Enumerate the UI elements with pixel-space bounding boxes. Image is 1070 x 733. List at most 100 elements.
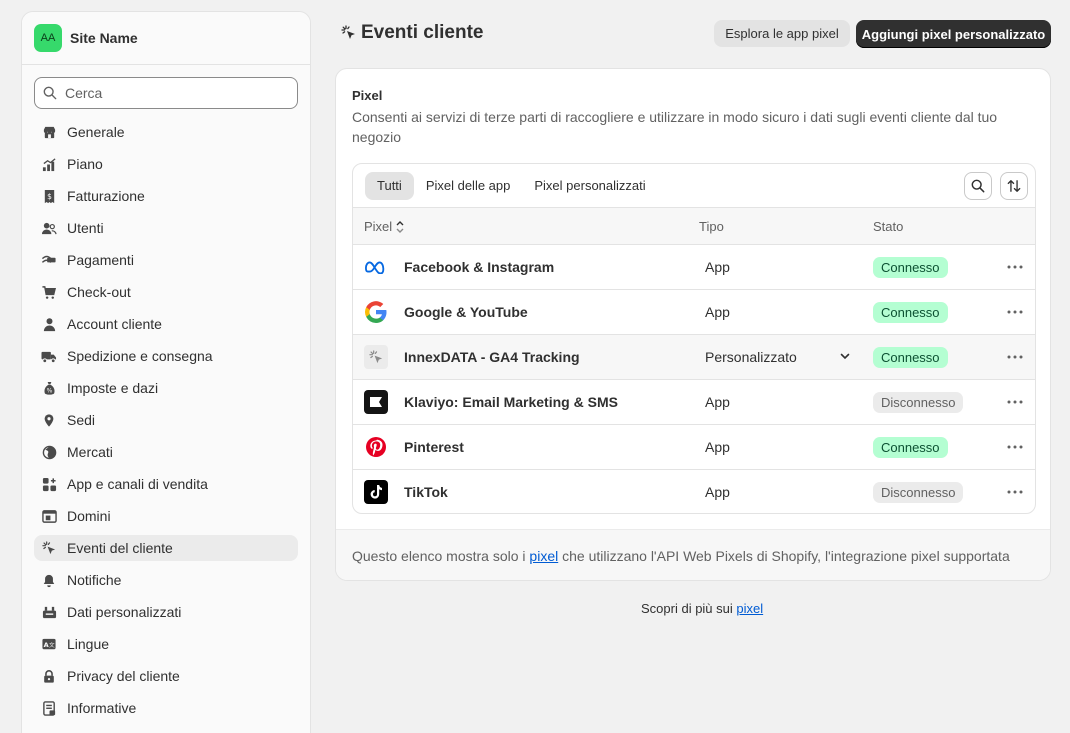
sidebar-item-label: Piano [67,156,103,172]
meta-icon [364,255,388,279]
cursor-click-icon [341,25,357,41]
sidebar-item-label: Lingue [67,636,110,652]
table-row[interactable]: Pinterest App Connesso [353,425,1035,470]
sidebar-item-account-cliente[interactable]: Account cliente [34,311,298,337]
add-custom-pixel-button[interactable]: Aggiungi pixel personalizzato [856,20,1051,48]
receipt-icon: $ [41,188,57,204]
pinterest-icon [364,435,388,459]
database-icon [41,604,57,620]
sidebar-item-piano[interactable]: Piano [34,151,298,177]
pixel-table: Tutti Pixel delle app Pixel personalizza… [352,163,1036,514]
pixel-name: Facebook & Instagram [404,259,555,275]
footer-text-before: Questo elenco mostra solo i [352,548,530,564]
payment-icon [41,252,57,268]
more-actions-button[interactable] [1005,259,1025,275]
sidebar-item-generale[interactable]: Generale [34,119,298,145]
store-header[interactable]: AA Site Name [22,12,310,65]
tab-pixel-personalizzati[interactable]: Pixel personalizzati [522,172,657,200]
sidebar-item-lingue[interactable]: A文 Lingue [34,631,298,657]
bell-icon [41,572,57,588]
sidebar-item-fatturazione[interactable]: $ Fatturazione [34,183,298,209]
sidebar-item-notifiche[interactable]: Notifiche [34,567,298,593]
status-badge: Connesso [873,302,948,323]
more-actions-button[interactable] [1005,484,1025,500]
tab-pixel-app[interactable]: Pixel delle app [414,172,523,200]
card-description: Consenti ai servizi di terze parti di ra… [352,109,998,145]
pixel-name: Google & YouTube [404,304,528,320]
more-actions-button[interactable] [1005,394,1025,410]
sidebar-item-label: Pagamenti [67,252,134,268]
chart-icon [41,156,57,172]
store-name: Site Name [70,30,138,46]
truck-icon [41,348,57,364]
status-badge: Connesso [873,257,948,278]
search-button[interactable] [964,172,992,200]
card-footer: Questo elenco mostra solo i pixel che ut… [336,529,1050,580]
tab-tutti[interactable]: Tutti [365,171,414,200]
sidebar-item-pagamenti[interactable]: Pagamenti [34,247,298,273]
sidebar-item-label: Eventi del cliente [67,540,173,556]
sidebar-item-dati-personalizzati[interactable]: Dati personalizzati [34,599,298,625]
sidebar-item-spedizione[interactable]: Spedizione e consegna [34,343,298,369]
sidebar-item-informative[interactable]: Informative [34,695,298,721]
table-row[interactable]: Google & YouTube App Connesso [353,290,1035,335]
table-row[interactable]: InnexDATA - GA4 Tracking Personalizzato … [353,335,1035,380]
chevron-down-icon[interactable] [839,350,851,365]
sidebar-item-utenti[interactable]: Utenti [34,215,298,241]
policy-icon [41,700,57,716]
settings-sidebar: AA Site Name Generale Piano $ Fatturazio… [21,11,311,733]
sort-caret-icon [396,220,404,233]
search-field[interactable] [34,77,298,109]
filter-tabs: Tutti Pixel delle app Pixel personalizza… [353,164,1035,208]
more-actions-button[interactable] [1005,304,1025,320]
sidebar-item-domini[interactable]: Domini [34,503,298,529]
lock-icon [41,668,57,684]
status-badge: Connesso [873,437,948,458]
klaviyo-icon [364,390,388,414]
search-input[interactable] [65,85,285,101]
cart-icon [41,284,57,300]
svg-text:$: $ [47,191,52,200]
cursor-click-icon [364,345,388,369]
table-row[interactable]: TikTok App Disconnesso [353,470,1035,513]
sidebar-item-check-out[interactable]: Check-out [34,279,298,305]
sidebar-item-mercati[interactable]: Mercati [34,439,298,465]
pixel-link[interactable]: pixel [529,548,558,564]
sidebar-item-imposte[interactable]: % Imposte e dazi [34,375,298,401]
tax-icon: % [41,380,57,396]
ellipsis-icon [1007,355,1023,359]
pixel-name: Klaviyo: Email Marketing & SMS [404,394,618,410]
ellipsis-icon [1007,400,1023,404]
more-actions-button[interactable] [1005,349,1025,365]
column-stato: Stato [873,219,903,234]
learn-more: Scopri di più sui pixel [641,601,763,616]
domain-icon [41,508,57,524]
sidebar-item-label: Informative [67,700,137,716]
sort-icon [1007,180,1021,192]
pixel-type: App [705,484,730,500]
sidebar-item-app-canali[interactable]: App e canali di vendita [34,471,298,497]
table-row[interactable]: Facebook & Instagram App Connesso [353,245,1035,290]
explore-pixel-apps-button[interactable]: Esplora le app pixel [714,20,850,47]
sort-button[interactable] [1000,172,1028,200]
globe-icon [41,444,57,460]
users-icon [41,220,57,236]
sidebar-item-sedi[interactable]: Sedi [34,407,298,433]
pixel-type: App [705,259,730,275]
page-title-text: Eventi cliente [361,22,484,43]
learn-more-link[interactable]: pixel [736,601,763,616]
column-pixel[interactable]: Pixel [364,219,404,234]
svg-text:%: % [46,387,52,394]
person-icon [41,316,57,332]
column-tipo: Tipo [699,219,724,234]
sidebar-item-privacy[interactable]: Privacy del cliente [34,663,298,689]
column-label: Tipo [699,219,724,234]
pixel-type: App [705,394,730,410]
sidebar-item-eventi-cliente[interactable]: Eventi del cliente [34,535,298,561]
sidebar-item-label: Fatturazione [67,188,145,204]
language-icon: A文 [41,636,57,652]
card-title: Pixel [352,88,383,103]
more-actions-button[interactable] [1005,439,1025,455]
table-row[interactable]: Klaviyo: Email Marketing & SMS App Disco… [353,380,1035,425]
ellipsis-icon [1007,490,1023,494]
